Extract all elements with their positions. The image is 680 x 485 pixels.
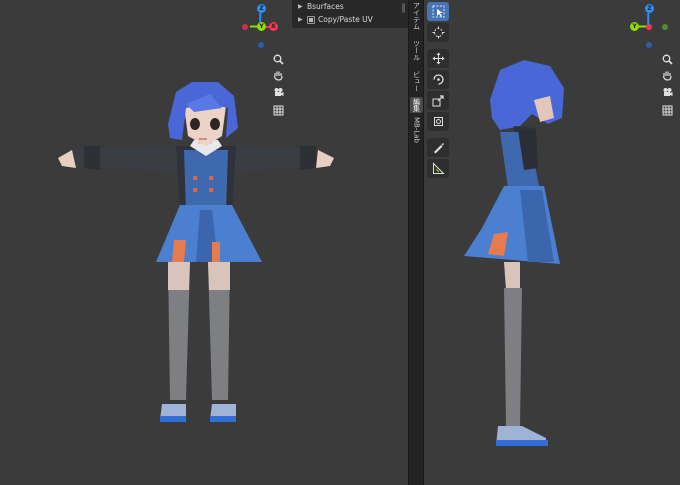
z-axis-icon[interactable]: Z <box>645 4 654 13</box>
expand-arrow-icon[interactable]: ▶ <box>298 16 307 23</box>
x-axis-icon[interactable] <box>646 24 652 30</box>
tool-shelf <box>427 2 451 180</box>
sidebar-tabs: アイテム ツール ビュー 編集 MB-Lab <box>408 0 424 485</box>
neg-y-axis-icon[interactable] <box>662 24 668 30</box>
select-box-icon[interactable] <box>427 2 449 21</box>
viewport-front[interactable]: Z Y X ▶ Bsurfaces ▶ Copy/Paste UV <box>0 0 408 485</box>
zoom-icon[interactable] <box>272 53 285 66</box>
expand-arrow-icon[interactable]: ▶ <box>298 3 307 10</box>
character-side-model <box>464 60 564 446</box>
measure-icon[interactable] <box>427 159 449 178</box>
addon-item-bsurfaces[interactable]: ▶ Bsurfaces <box>292 0 408 13</box>
scale-icon[interactable] <box>427 91 449 110</box>
pan-hand-icon[interactable] <box>661 69 674 82</box>
cursor-icon[interactable] <box>427 23 449 42</box>
tab-view[interactable]: ビュー <box>410 68 423 94</box>
addon-checkbox[interactable] <box>307 15 315 24</box>
character-front-model <box>58 82 334 422</box>
x-axis-icon[interactable]: X <box>269 22 278 31</box>
rotate-icon[interactable] <box>427 70 449 89</box>
neg-x-axis-icon[interactable] <box>242 24 248 30</box>
annotate-icon[interactable] <box>427 138 449 157</box>
grid-icon[interactable] <box>661 104 674 117</box>
z-axis-icon[interactable]: Z <box>257 4 266 13</box>
y-axis-icon[interactable]: Y <box>630 22 639 31</box>
addon-item-copy-paste-uv[interactable]: ▶ Copy/Paste UV <box>292 13 408 26</box>
tab-item[interactable]: アイテム <box>410 0 423 32</box>
viewport-side[interactable]: Z Y <box>424 0 680 485</box>
grid-icon[interactable] <box>272 104 285 117</box>
axis-gizmo[interactable]: Z Y X <box>240 2 280 48</box>
axis-gizmo[interactable]: Z Y <box>628 2 668 48</box>
y-axis-icon[interactable]: Y <box>257 22 266 31</box>
addon-label: Bsurfaces <box>307 2 344 11</box>
addon-label: Copy/Paste UV <box>318 15 373 24</box>
tab-tool[interactable]: ツール <box>410 36 423 64</box>
tab-edit[interactable]: 編集 <box>410 97 423 113</box>
addon-panel: ▶ Bsurfaces ▶ Copy/Paste UV <box>292 0 408 28</box>
neg-z-axis-icon[interactable] <box>646 42 652 48</box>
zoom-icon[interactable] <box>661 53 674 66</box>
blender-window: Z Y X ▶ Bsurfaces ▶ Copy/Paste UV アイテム ツ… <box>0 0 680 485</box>
transform-icon[interactable] <box>427 112 449 131</box>
camera-icon[interactable] <box>272 86 285 99</box>
move-icon[interactable] <box>427 49 449 68</box>
scrollbar[interactable] <box>402 3 405 13</box>
camera-icon[interactable] <box>661 86 674 99</box>
neg-z-axis-icon[interactable] <box>258 42 264 48</box>
tab-mb-lab[interactable]: MB-Lab <box>410 116 423 144</box>
pan-hand-icon[interactable] <box>272 69 285 82</box>
